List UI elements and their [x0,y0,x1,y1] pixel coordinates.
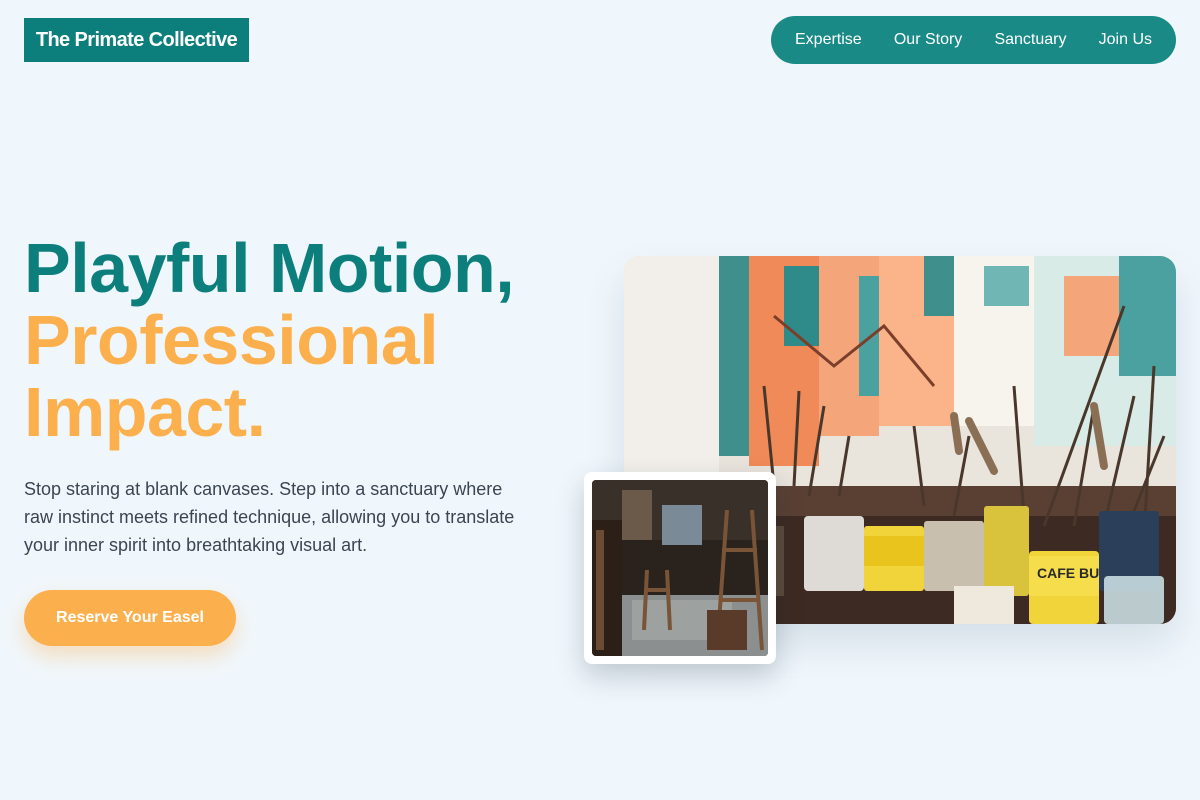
hero-description: Stop staring at blank canvases. Step int… [24,479,515,555]
hero-headline: Playful Motion, Professional Impact. [24,229,515,451]
nav-item-our-story[interactable]: Our Story [894,31,962,49]
headline-line-2: Professional [24,301,439,379]
nav-item-sanctuary[interactable]: Sanctuary [994,31,1066,49]
headline-line-3: Impact. [24,373,266,451]
nav-item-join-us[interactable]: Join Us [1099,31,1152,49]
brand-logo[interactable]: The Primate Collective [24,18,249,62]
studio-inset-photo [584,472,776,664]
reserve-easel-button[interactable]: Reserve Your Easel [24,590,236,646]
main-nav: Expertise Our Story Sanctuary Join Us [771,16,1176,64]
nav-item-expertise[interactable]: Expertise [795,31,862,49]
headline-line-1: Playful Motion, [24,229,515,307]
